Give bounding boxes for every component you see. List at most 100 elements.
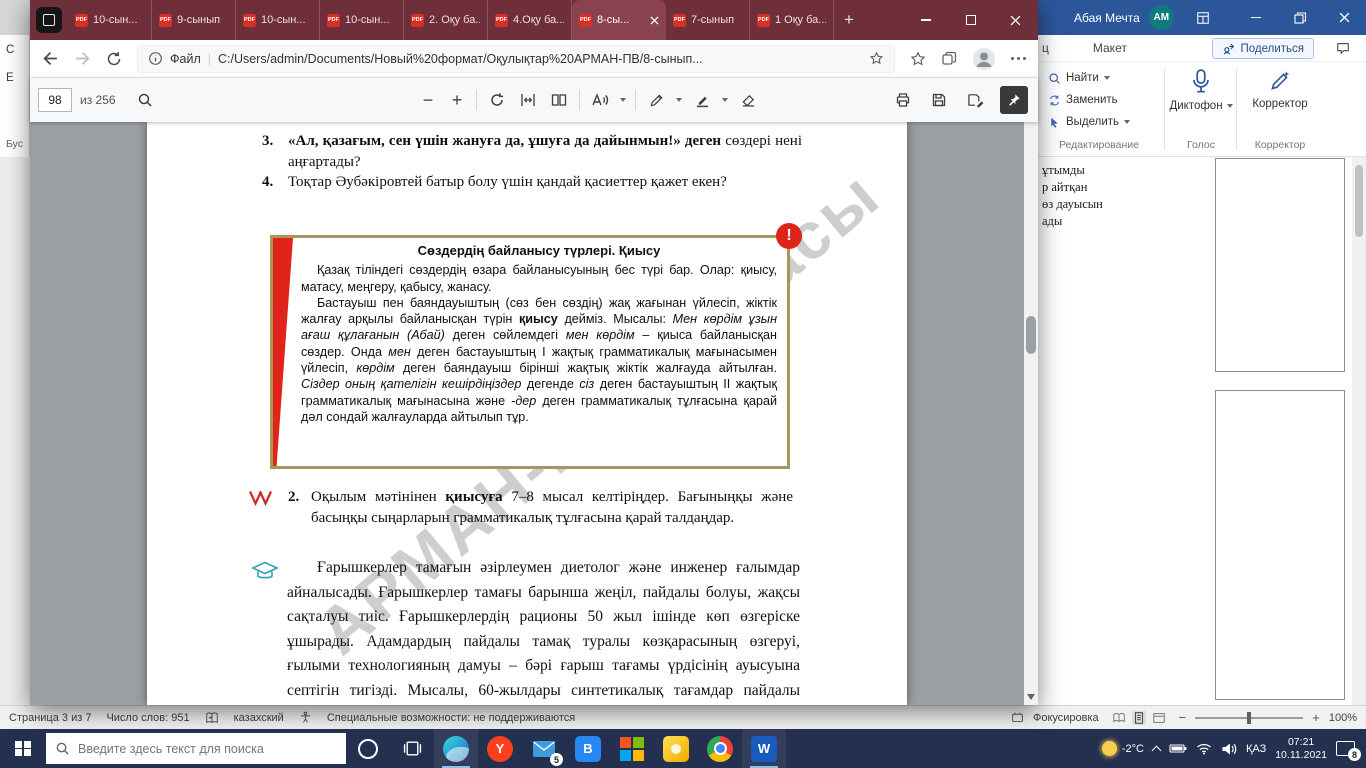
spellcheck-icon[interactable] — [205, 711, 219, 725]
replace-button[interactable]: Заменить — [1042, 89, 1136, 111]
accessibility-icon[interactable] — [299, 711, 312, 724]
ribbon-display-options-icon[interactable] — [1196, 11, 1210, 25]
taskbar-app-mail[interactable]: 5 — [522, 729, 566, 768]
chevron-down-icon[interactable] — [620, 98, 626, 102]
word-minimize-button[interactable] — [1234, 0, 1278, 35]
taskbar-app-store[interactable] — [610, 729, 654, 768]
web-layout-button[interactable] — [1152, 711, 1166, 725]
edge-app-icon[interactable] — [36, 7, 62, 33]
read-aloud-icon[interactable] — [589, 89, 611, 111]
browser-tab[interactable]: PDF9-сынып — [152, 0, 236, 40]
cortana-button[interactable] — [346, 729, 390, 768]
search-icon[interactable] — [134, 89, 156, 111]
tray-expand-icon[interactable] — [1152, 745, 1162, 755]
page-info-icon[interactable] — [148, 51, 163, 66]
save-button[interactable] — [928, 89, 950, 111]
print-layout-button[interactable] — [1132, 711, 1146, 725]
status-word-count[interactable]: Число слов: 951 — [106, 712, 189, 724]
page-view-button[interactable] — [548, 89, 570, 111]
rotate-button[interactable] — [486, 89, 508, 111]
ribbon-tab-layout[interactable]: Макет — [1093, 41, 1127, 55]
zoom-in-button[interactable]: + — [447, 90, 467, 111]
status-language[interactable]: казахский — [234, 712, 284, 724]
browser-tab[interactable]: PDF1 Оқу ба... — [750, 0, 834, 40]
focus-mode-button[interactable]: Фокусировка — [1033, 712, 1099, 724]
browser-tab[interactable]: PDF7-сынып — [666, 0, 750, 40]
status-page-number[interactable]: Страница 3 из 7 — [9, 712, 91, 724]
clock[interactable]: 07:21 10.11.2021 — [1275, 736, 1327, 761]
word-restore-button[interactable] — [1278, 0, 1322, 35]
tab-close-icon[interactable] — [650, 16, 659, 25]
chevron-down-icon[interactable] — [722, 98, 728, 102]
zoom-out-button[interactable]: − — [418, 90, 438, 111]
search-input[interactable] — [78, 742, 337, 756]
comments-button[interactable] — [1336, 41, 1350, 55]
refresh-button[interactable] — [106, 51, 122, 67]
dictate-button[interactable]: Диктофон — [1168, 68, 1234, 112]
start-button[interactable] — [0, 729, 46, 768]
draw-button[interactable] — [645, 89, 667, 111]
word-user-avatar[interactable]: АМ — [1149, 5, 1174, 30]
add-favorite-icon[interactable] — [869, 51, 884, 66]
editor-button[interactable]: Корректор — [1240, 68, 1320, 110]
taskbar-app-yandex[interactable]: Y — [478, 729, 522, 768]
taskbar-app-word[interactable]: W — [742, 729, 786, 768]
browser-tab[interactable]: PDF10-сын... — [236, 0, 320, 40]
wifi-icon[interactable] — [1196, 742, 1212, 755]
taskbar-app-chrome[interactable] — [698, 729, 742, 768]
word-scrollbar[interactable] — [1352, 157, 1366, 705]
zoom-in-button[interactable]: + — [1312, 710, 1320, 725]
taskbar-search[interactable] — [46, 733, 346, 764]
url-text[interactable]: C:/Users/admin/Documents/Новый%20формат/… — [218, 52, 862, 66]
share-button[interactable]: Поделиться — [1212, 38, 1314, 59]
save-as-button[interactable] — [964, 89, 986, 111]
new-tab-button[interactable]: + — [844, 10, 854, 30]
ribbon-tab-partial[interactable]: ц — [1042, 41, 1049, 55]
page-number-input[interactable] — [38, 88, 72, 112]
window-close-button[interactable] — [993, 0, 1038, 40]
browser-tab[interactable]: PDF2. Оқу ба... — [404, 0, 488, 40]
zoom-percentage[interactable]: 100% — [1329, 712, 1357, 724]
zoom-out-button[interactable]: − — [1179, 710, 1187, 725]
fit-width-button[interactable] — [517, 89, 539, 111]
pdf-scrollbar[interactable] — [1024, 122, 1038, 705]
word-scrollbar-thumb[interactable] — [1355, 165, 1363, 237]
find-button[interactable]: Найти — [1042, 67, 1136, 89]
highlight-button[interactable] — [691, 89, 713, 111]
browser-tab[interactable]: PDF10-сын... — [320, 0, 404, 40]
scroll-down-icon[interactable] — [1027, 694, 1035, 700]
zoom-slider[interactable] — [1195, 717, 1303, 719]
task-view-button[interactable] — [390, 729, 434, 768]
collections-icon[interactable] — [941, 51, 957, 67]
favorites-icon[interactable] — [910, 51, 926, 67]
taskbar-app-edge[interactable] — [434, 729, 478, 768]
url-field[interactable]: Файл | C:/Users/admin/Documents/Новый%20… — [137, 45, 895, 73]
pin-toolbar-button[interactable] — [1000, 86, 1028, 114]
window-maximize-button[interactable] — [948, 0, 993, 40]
action-center-button[interactable]: 8 — [1336, 741, 1355, 756]
focus-icon[interactable] — [1011, 711, 1024, 724]
more-menu-button[interactable] — [1011, 57, 1026, 60]
window-minimize-button[interactable] — [903, 0, 948, 40]
battery-icon[interactable] — [1169, 743, 1187, 754]
print-button[interactable] — [892, 89, 914, 111]
browser-tab-active[interactable]: PDF 8-сы... — [572, 0, 666, 40]
taskbar-app-vk[interactable]: B — [566, 729, 610, 768]
language-indicator[interactable]: ҚАЗ — [1246, 743, 1266, 755]
zoom-slider-thumb[interactable] — [1247, 712, 1251, 724]
browser-tab[interactable]: PDF10-сын... — [68, 0, 152, 40]
word-close-button[interactable] — [1322, 0, 1366, 35]
back-button[interactable] — [42, 50, 59, 67]
chevron-down-icon[interactable] — [676, 98, 682, 102]
forward-button[interactable] — [74, 50, 91, 67]
taskbar-app-docs[interactable] — [654, 729, 698, 768]
erase-button[interactable] — [737, 89, 759, 111]
select-button[interactable]: Выделить — [1042, 111, 1136, 133]
profile-avatar[interactable] — [972, 47, 996, 71]
pdf-scrollbar-thumb[interactable] — [1026, 316, 1036, 354]
read-mode-button[interactable] — [1112, 711, 1126, 725]
status-accessibility[interactable]: Специальные возможности: не поддерживают… — [327, 712, 575, 724]
volume-icon[interactable] — [1221, 742, 1237, 756]
browser-tab[interactable]: PDF4.Оқу ба... — [488, 0, 572, 40]
weather-widget[interactable]: -2°C — [1102, 741, 1144, 756]
